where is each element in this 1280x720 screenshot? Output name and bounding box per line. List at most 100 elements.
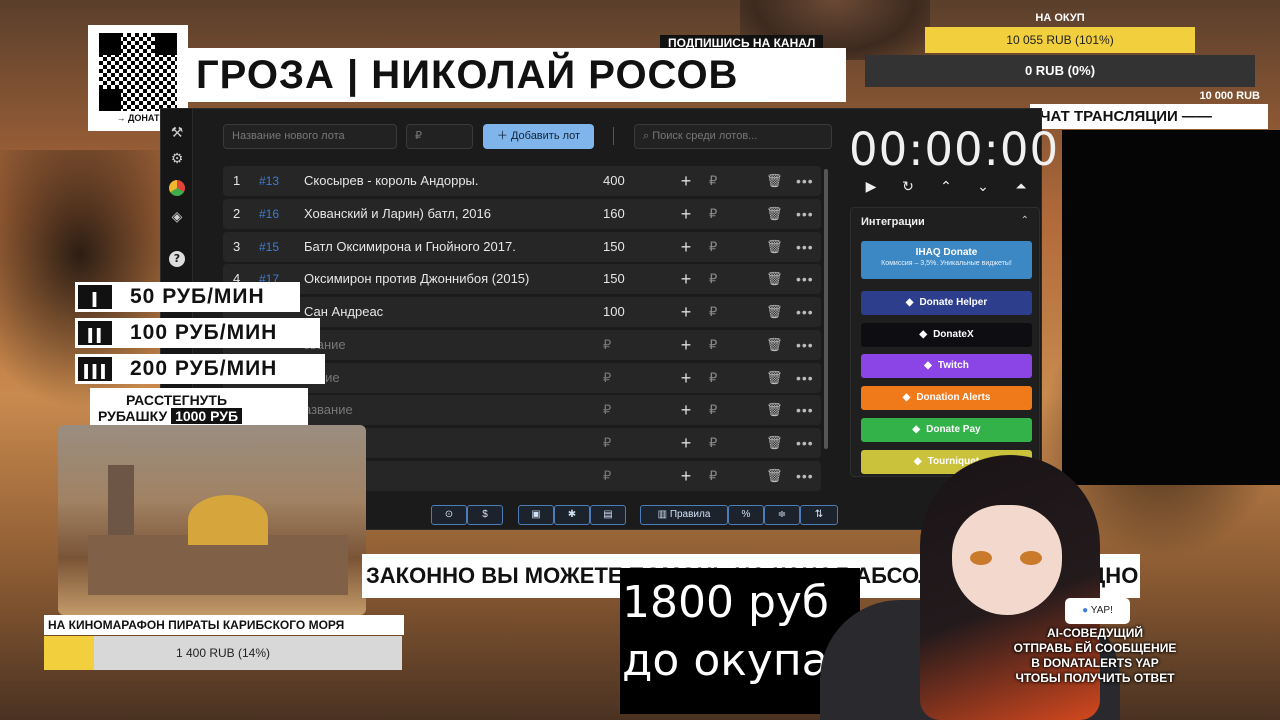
integration-button[interactable]: IHAQ Donate Комиссия – 3,5%. Уникальные в…	[861, 241, 1032, 279]
search-input[interactable]: ⌕ Поиск среди лотов...	[634, 124, 832, 149]
lot-amount[interactable]: ₽	[603, 461, 611, 491]
layers-icon[interactable]: ◈	[169, 209, 185, 225]
add-amount-icon[interactable]: +	[679, 264, 693, 294]
new-lot-input[interactable]: Название нового лота	[223, 124, 397, 149]
chevron-up-icon[interactable]: ⌃	[936, 179, 956, 195]
percent-icon: %	[741, 509, 751, 520]
donate-button[interactable]: $	[467, 505, 503, 525]
more-icon[interactable]: •••	[796, 330, 814, 360]
save-icon: ▣	[531, 509, 541, 520]
lot-row[interactable]: 2 #16 Хованский и Ларин) батл, 2016 160 + ₽ 🗑 •…	[223, 198, 821, 229]
trash-icon[interactable]: 🗑	[766, 199, 783, 229]
ruble-icon[interactable]: ₽	[709, 297, 717, 327]
lot-amount[interactable]: 150	[603, 264, 625, 294]
integration-button[interactable]: ◆ Donate Helper	[861, 291, 1032, 315]
gear-icon[interactable]: ⚙	[169, 151, 185, 167]
trash-icon[interactable]: 🗑	[766, 428, 783, 458]
integration-button[interactable]: ◆ Donation Alerts	[861, 386, 1032, 411]
lot-amount[interactable]: 160	[603, 199, 625, 229]
lot-amount[interactable]: ₽	[603, 363, 611, 393]
add-amount-icon[interactable]: +	[679, 428, 693, 458]
history-button[interactable]: ▤	[590, 505, 626, 525]
lot-name[interactable]: Скосырев - король Андорры.	[304, 166, 479, 196]
more-icon[interactable]: •••	[796, 264, 814, 294]
lot-amount[interactable]: 150	[603, 232, 625, 262]
trash-icon[interactable]: 🗑	[766, 363, 783, 393]
add-amount-icon[interactable]: +	[679, 232, 693, 262]
integrations-panel: Интеграции ⌃ IHAQ Donate Комиссия – 3,5%.…	[850, 207, 1040, 477]
trash-icon[interactable]: 🗑	[766, 166, 783, 196]
integration-button[interactable]: ◆ Donate Pay	[861, 417, 1032, 442]
plus-icon: ＋	[496, 130, 511, 142]
save-button[interactable]: ▣	[518, 505, 554, 525]
lot-amount[interactable]: ₽	[603, 428, 611, 458]
ruble-icon[interactable]: ₽	[709, 363, 717, 393]
sort-button[interactable]: ⇅	[800, 505, 838, 525]
lot-amount[interactable]: 100	[603, 297, 625, 327]
rules-button[interactable]: ▥ Правила	[640, 505, 728, 525]
lot-amount[interactable]: 400	[603, 166, 625, 196]
help-icon[interactable]: ?	[169, 251, 185, 267]
add-amount-icon[interactable]: +	[679, 461, 693, 491]
ruble-icon[interactable]: ₽	[709, 166, 717, 196]
add-amount-icon[interactable]: +	[679, 166, 693, 196]
wheel-icon[interactable]	[169, 180, 185, 196]
chevron-down-icon[interactable]: ⌄	[973, 179, 993, 195]
ruble-icon[interactable]: ₽	[709, 199, 717, 229]
trash-icon[interactable]: 🗑	[766, 264, 783, 294]
add-lot-button[interactable]: ＋ Добавить лот	[483, 124, 594, 149]
trash-icon[interactable]: 🗑	[766, 461, 783, 491]
lot-amount[interactable]: ₽	[603, 330, 611, 360]
ruble-icon[interactable]: ₽	[709, 428, 717, 458]
ruble-icon[interactable]: ₽	[709, 232, 717, 262]
percent-button[interactable]: %	[728, 505, 764, 525]
add-amount-icon[interactable]: +	[679, 363, 693, 393]
chevron-up-icon[interactable]: ⌃	[1021, 215, 1029, 226]
integration-button[interactable]: ◆ Twitch	[861, 354, 1032, 379]
lot-amount[interactable]: ₽	[603, 395, 611, 425]
more-icon[interactable]: •••	[796, 461, 814, 491]
add-amount-icon[interactable]: +	[679, 297, 693, 327]
movie-image	[58, 425, 366, 615]
trash-icon[interactable]: 🗑	[766, 297, 783, 327]
play-icon[interactable]: ▶	[861, 179, 881, 195]
add-amount-icon[interactable]: +	[679, 395, 693, 425]
more-icon[interactable]: •••	[796, 297, 814, 327]
ruble-icon[interactable]: ₽	[709, 330, 717, 360]
more-icon[interactable]: •••	[796, 166, 814, 196]
lot-price-input[interactable]: ₽	[406, 124, 473, 149]
lot-name[interactable]: Хованский и Ларин) батл, 2016	[304, 199, 491, 229]
character-eye	[970, 551, 992, 565]
lot-row[interactable]: 3 #15 Батл Оксимирона и Гнойного 2017. 150 +…	[223, 231, 821, 262]
ruble-icon[interactable]: ₽	[709, 264, 717, 294]
ruble-icon[interactable]: ₽	[709, 395, 717, 425]
add-amount-icon[interactable]: +	[679, 199, 693, 229]
trash-icon[interactable]: 🗑	[766, 232, 783, 262]
integration-icon: ◆	[902, 392, 911, 404]
more-icon[interactable]: •••	[796, 428, 814, 458]
yap-label: YAP!	[1090, 605, 1113, 616]
yap-badge: ● YAP!	[1065, 598, 1130, 624]
trash-icon[interactable]: 🗑	[766, 395, 783, 425]
bug-report-button[interactable]: ✱	[554, 505, 590, 525]
split-button[interactable]: ≑	[764, 505, 800, 525]
more-icon[interactable]: •••	[796, 363, 814, 393]
lot-name[interactable]: азвание	[304, 395, 353, 425]
double-chevron-up-icon[interactable]: ⏶	[1011, 179, 1031, 195]
ruble-icon[interactable]: ₽	[709, 461, 717, 491]
hammer-icon[interactable]: ⚒	[169, 125, 185, 141]
ai-text-line: AI-СОВЕДУЩИЙ	[1046, 626, 1143, 640]
more-icon[interactable]: •••	[796, 199, 814, 229]
more-icon[interactable]: •••	[796, 232, 814, 262]
lot-name[interactable]: Батл Оксимирона и Гнойного 2017.	[304, 232, 516, 262]
bug-icon: ✱	[567, 509, 577, 520]
reset-icon[interactable]: ↻	[898, 179, 918, 195]
integration-button[interactable]: ◆ DonateX	[861, 322, 1032, 347]
lot-row[interactable]: 1 #13 Скосырев - король Андорры. 400 + ₽ 🗑 •••	[223, 166, 821, 196]
lot-list-scrollbar[interactable]	[824, 169, 828, 449]
github-button[interactable]: ⊙	[431, 505, 467, 525]
trash-icon[interactable]: 🗑	[766, 330, 783, 360]
add-amount-icon[interactable]: +	[679, 330, 693, 360]
lot-row[interactable]: азвание ₽ + ₽ 🗑 •••	[223, 395, 821, 426]
more-icon[interactable]: •••	[796, 395, 814, 425]
